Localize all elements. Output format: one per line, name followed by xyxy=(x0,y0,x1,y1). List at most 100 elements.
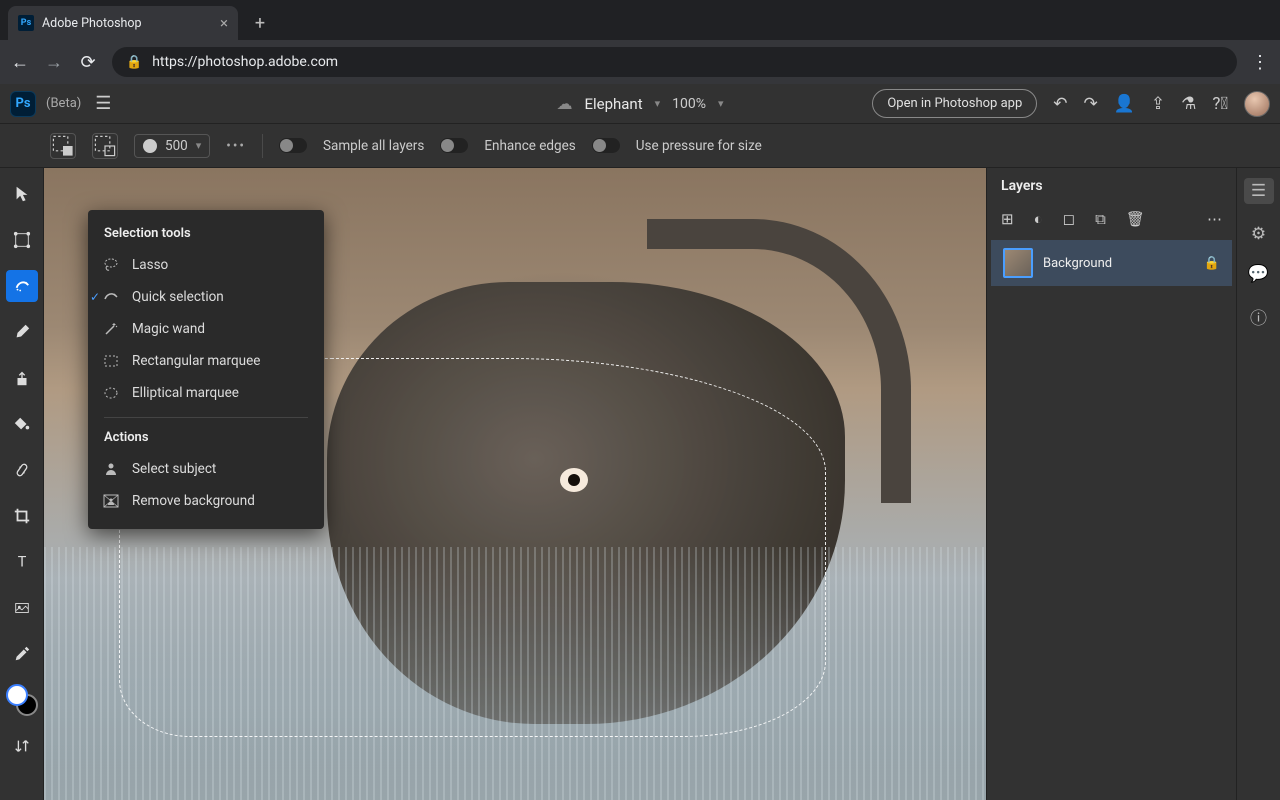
enhance-edges-toggle[interactable] xyxy=(440,138,468,153)
flyout-action-select-subject[interactable]: Select subject xyxy=(88,453,324,485)
new-tab-button[interactable]: + xyxy=(246,9,274,37)
browser-menu-icon[interactable]: ⋮ xyxy=(1251,52,1270,73)
reload-button[interactable]: ⟳ xyxy=(78,52,98,73)
forward-button[interactable]: → xyxy=(44,52,64,73)
properties-panel-icon[interactable]: ☰ xyxy=(1244,178,1274,204)
share-icon[interactable]: ⇪ xyxy=(1151,94,1165,114)
tab-title: Adobe Photoshop xyxy=(42,16,142,31)
photoshop-logo-icon[interactable]: Ps xyxy=(10,91,36,117)
flyout-action-label: Select subject xyxy=(132,461,216,477)
tab-strip: Ps Adobe Photoshop × + xyxy=(0,0,1280,40)
left-toolbar: T xyxy=(0,168,44,800)
add-selection-icon[interactable] xyxy=(50,133,76,159)
beaker-icon[interactable]: ⚗ xyxy=(1181,94,1196,114)
healing-tool[interactable] xyxy=(6,454,38,486)
more-icon[interactable]: ⋯ xyxy=(1207,210,1222,228)
adjustments-panel-icon[interactable]: ⚙ xyxy=(1251,224,1266,244)
address-bar-row: ← → ⟳ 🔒 https://photoshop.adobe.com ⋮ xyxy=(0,40,1280,84)
zoom-level[interactable]: 100% xyxy=(672,96,706,112)
flyout-action-label: Remove background xyxy=(132,493,255,509)
redo-icon[interactable]: ↷ xyxy=(1084,94,1098,114)
layer-row[interactable]: Background 🔒 xyxy=(991,240,1232,286)
header-center: ☁ Elephant ▾ 100% ▾ xyxy=(556,94,723,113)
cloud-icon: ☁ xyxy=(556,94,572,113)
undo-icon[interactable]: ↶ xyxy=(1053,94,1067,114)
transform-tool[interactable] xyxy=(6,224,38,256)
flyout-item-elliptical-marquee[interactable]: Elliptical marquee xyxy=(88,377,324,409)
options-bar: 500 ▾ ••• Sample all layers Enhance edge… xyxy=(0,124,1280,168)
selection-tool[interactable] xyxy=(6,270,38,302)
flyout-section-title: Actions xyxy=(88,426,324,453)
foreground-color-swatch[interactable] xyxy=(6,684,28,706)
swap-colors-icon[interactable] xyxy=(6,730,38,762)
invite-icon[interactable]: 👤 xyxy=(1114,94,1135,114)
flyout-action-remove-background[interactable]: Remove background xyxy=(88,485,324,517)
lock-icon[interactable]: 🔒 xyxy=(1204,256,1220,271)
flyout-item-label: Lasso xyxy=(132,257,168,273)
back-button[interactable]: ← xyxy=(10,52,30,73)
eyedropper-tool[interactable] xyxy=(6,638,38,670)
delete-layer-icon[interactable]: 🗑 xyxy=(1126,210,1145,228)
color-swatches[interactable] xyxy=(6,684,38,716)
brush-preview-icon xyxy=(143,139,157,153)
flyout-item-label: Quick selection xyxy=(132,289,224,305)
close-tab-icon[interactable]: × xyxy=(220,14,228,32)
app-header: Ps (Beta) ☰ ☁ Elephant ▾ 100% ▾ Open in … xyxy=(0,84,1280,124)
flyout-item-magic-wand[interactable]: Magic wand xyxy=(88,313,324,345)
flyout-item-quick-selection[interactable]: ✓ Quick selection xyxy=(88,281,324,313)
layers-panel: Layers ⊞ ◐ ◻ ⧉ 🗑 ⋯ Background 🔒 xyxy=(986,168,1236,800)
use-pressure-label: Use pressure for size xyxy=(636,138,762,154)
canvas-area[interactable]: Selection tools Lasso ✓ Quick selection … xyxy=(44,168,986,800)
move-tool[interactable] xyxy=(6,178,38,210)
flyout-section-title: Selection tools xyxy=(88,222,324,249)
brush-tool[interactable] xyxy=(6,316,38,348)
rectangular-marquee-icon xyxy=(102,352,120,370)
clone-tool[interactable] xyxy=(6,362,38,394)
hamburger-menu-icon[interactable]: ☰ xyxy=(91,89,115,118)
type-tool[interactable]: T xyxy=(6,546,38,578)
use-pressure-toggle[interactable] xyxy=(592,138,620,153)
browser-chrome: Ps Adobe Photoshop × + ← → ⟳ 🔒 https://p… xyxy=(0,0,1280,84)
url-input[interactable]: 🔒 https://photoshop.adobe.com xyxy=(112,47,1237,77)
user-avatar[interactable] xyxy=(1244,91,1270,117)
sample-all-layers-label: Sample all layers xyxy=(323,138,424,154)
brush-size-selector[interactable]: 500 ▾ xyxy=(134,134,210,158)
divider xyxy=(104,417,308,418)
subtract-selection-icon[interactable] xyxy=(92,133,118,159)
place-image-tool[interactable] xyxy=(6,592,38,624)
enhance-edges-label: Enhance edges xyxy=(484,138,575,154)
layer-thumbnail[interactable] xyxy=(1003,248,1033,278)
right-rail: ☰ ⚙ 💬 ⓘ xyxy=(1236,168,1280,800)
more-options-icon[interactable]: ••• xyxy=(226,138,246,154)
comments-panel-icon[interactable]: 💬 xyxy=(1248,264,1269,284)
add-layer-icon[interactable]: ⊞ xyxy=(1001,210,1014,228)
adjustment-layer-icon[interactable]: ◐ xyxy=(1034,210,1043,228)
divider xyxy=(262,134,263,158)
fill-tool[interactable] xyxy=(6,408,38,440)
selection-tools-flyout: Selection tools Lasso ✓ Quick selection … xyxy=(88,210,324,529)
check-icon: ✓ xyxy=(90,290,100,304)
favicon-photoshop-icon: Ps xyxy=(18,15,34,31)
document-name[interactable]: Elephant xyxy=(584,95,642,113)
browser-tab[interactable]: Ps Adobe Photoshop × xyxy=(8,6,238,40)
crop-tool[interactable] xyxy=(6,500,38,532)
panel-title: Layers xyxy=(987,168,1236,204)
layer-name: Background xyxy=(1043,256,1194,271)
open-in-app-button[interactable]: Open in Photoshop app xyxy=(872,89,1037,118)
svg-text:T: T xyxy=(17,554,26,571)
group-icon[interactable]: ⧉ xyxy=(1095,210,1106,228)
help-icon[interactable]: ?⃝ xyxy=(1212,94,1228,114)
mask-icon[interactable]: ◻ xyxy=(1063,210,1075,228)
info-panel-icon[interactable]: ⓘ xyxy=(1250,304,1267,329)
flyout-item-label: Rectangular marquee xyxy=(132,353,260,369)
chevron-down-icon[interactable]: ▾ xyxy=(655,97,661,110)
chevron-down-icon[interactable]: ▾ xyxy=(718,97,724,110)
elliptical-marquee-icon xyxy=(102,384,120,402)
lock-icon: 🔒 xyxy=(126,55,142,70)
flyout-item-rectangular-marquee[interactable]: Rectangular marquee xyxy=(88,345,324,377)
select-subject-icon xyxy=(102,460,120,478)
app-root: Ps (Beta) ☰ ☁ Elephant ▾ 100% ▾ Open in … xyxy=(0,84,1280,800)
sample-all-layers-toggle[interactable] xyxy=(279,138,307,153)
flyout-item-lasso[interactable]: Lasso xyxy=(88,249,324,281)
beta-label: (Beta) xyxy=(46,96,81,111)
